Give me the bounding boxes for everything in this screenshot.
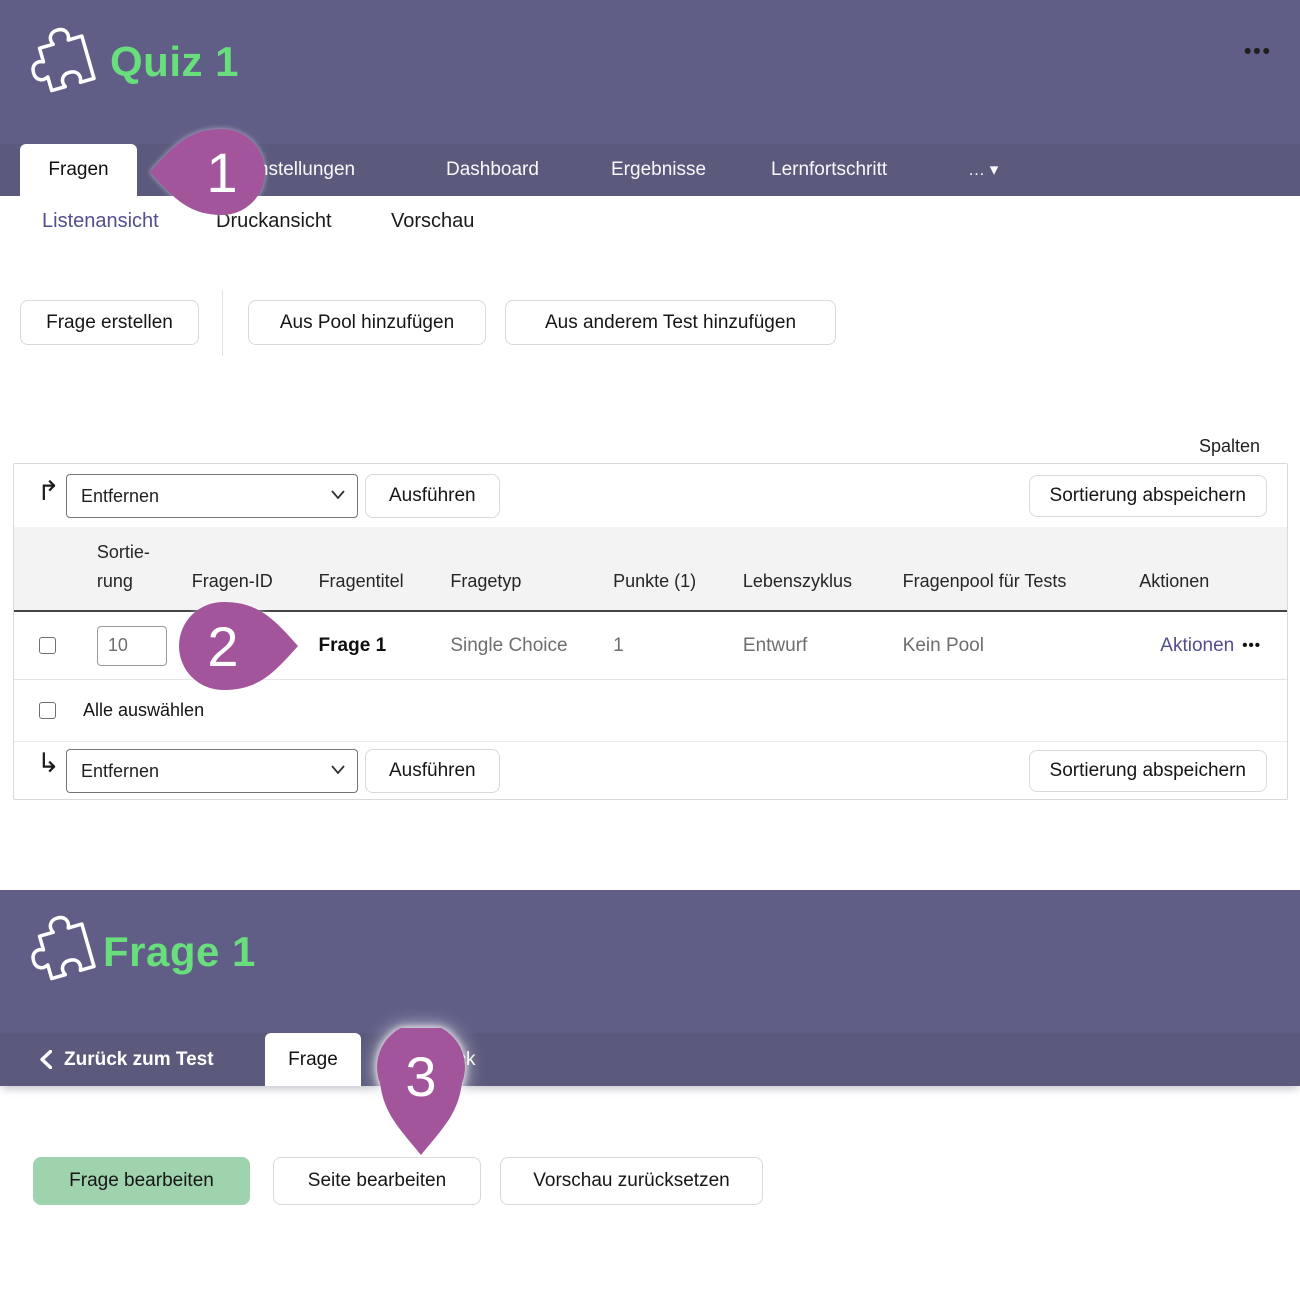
tab-lernfortschritt[interactable]: Lernfortschritt	[771, 144, 887, 196]
tab-einstellungen[interactable]: Einstellungen	[241, 144, 355, 196]
quiz-tab-bar: Fragen Einstellungen Dashboard Ergebniss…	[0, 144, 1300, 196]
question-tab-bar: Zurück zum Test Frage Feedback	[0, 1033, 1300, 1086]
table-toolbar-bottom: ↳ Entfernen Ausführen Sortierung abspeic…	[14, 742, 1287, 799]
apply-down-arrow-icon: ↳	[37, 750, 60, 777]
bulk-action-select[interactable]: Entfernen	[66, 474, 358, 518]
add-from-pool-button[interactable]: Aus Pool hinzufügen	[248, 300, 486, 345]
save-sorting-button-bottom[interactable]: Sortierung abspeichern	[1029, 750, 1267, 792]
cell-pool: Kein Pool	[890, 635, 1127, 657]
quiz-header: Quiz 1 •••	[0, 0, 1300, 144]
page-title: Quiz 1	[110, 38, 239, 86]
header-fragetyp: Fragetyp	[437, 567, 600, 610]
header-fragen-id: Fragen-ID	[179, 567, 306, 610]
header-lebenszyklus: Lebenszyklus	[730, 567, 890, 610]
button-group-divider	[222, 290, 223, 356]
puzzle-icon	[18, 906, 100, 988]
row-actions-dots-icon[interactable]: •••	[1242, 637, 1261, 654]
select-all-checkbox[interactable]	[39, 702, 56, 719]
sort-order-input[interactable]	[97, 626, 167, 666]
edit-question-button[interactable]: Frage bearbeiten	[33, 1157, 250, 1205]
bulk-action-select-bottom[interactable]: Entfernen	[66, 749, 358, 793]
cell-lifecycle: Entwurf	[730, 635, 890, 657]
header-sortierung: Sortie-rung	[84, 538, 179, 610]
header-fragentitel: Fragentitel	[306, 567, 438, 610]
header-fragenpool: Fragenpool für Tests	[890, 567, 1127, 610]
kebab-menu-icon[interactable]: •••	[1244, 40, 1272, 64]
execute-button-bottom[interactable]: Ausführen	[365, 749, 500, 793]
cell-question-type: Single Choice	[437, 635, 600, 657]
row-actions-link[interactable]: Aktionen	[1160, 635, 1234, 657]
tab-dashboard[interactable]: Dashboard	[446, 144, 539, 196]
question-page-title: Frage 1	[103, 928, 256, 976]
table-toolbar-top: ↱ Entfernen Ausführen Sortierung abspeic…	[14, 464, 1287, 527]
chevron-down-icon	[331, 490, 345, 499]
table-header-row: Sortie-rung Fragen-ID Fragentitel Fraget…	[14, 527, 1287, 612]
tab-frage[interactable]: Frage	[265, 1033, 361, 1086]
chevron-down-icon	[331, 765, 345, 774]
apply-up-arrow-icon: ↱	[37, 478, 60, 505]
back-to-test-label: Zurück zum Test	[64, 1049, 214, 1071]
puzzle-icon	[18, 18, 100, 100]
save-sorting-button-top[interactable]: Sortierung abspeichern	[1029, 475, 1267, 517]
header-punkte: Punkte (1)	[600, 567, 730, 610]
cell-question-title[interactable]: Frage 1	[306, 635, 438, 657]
tab-ergebnisse[interactable]: Ergebnisse	[611, 144, 706, 196]
columns-toggle[interactable]: Spalten	[1199, 436, 1260, 457]
row-checkbox[interactable]	[39, 637, 56, 654]
edit-page-button[interactable]: Seite bearbeiten	[273, 1157, 481, 1205]
subtab-vorschau[interactable]: Vorschau	[391, 210, 474, 233]
cell-points: 1	[600, 635, 730, 657]
tab-fragen[interactable]: Fragen	[20, 144, 137, 196]
subtab-druckansicht[interactable]: Druckansicht	[216, 210, 332, 233]
questions-table: ↱ Entfernen Ausführen Sortierung abspeic…	[13, 463, 1288, 800]
chevron-left-icon	[40, 1050, 52, 1069]
select-all-row: Alle auswählen	[14, 680, 1287, 742]
back-to-test-link[interactable]: Zurück zum Test	[40, 1033, 214, 1086]
execute-button[interactable]: Ausführen	[365, 474, 500, 518]
header-select-col	[14, 596, 84, 610]
add-from-other-test-button[interactable]: Aus anderem Test hinzufügen	[505, 300, 836, 345]
table-row: Frage 1 Single Choice 1 Entwurf Kein Poo…	[14, 612, 1287, 680]
reset-preview-button[interactable]: Vorschau zurücksetzen	[500, 1157, 763, 1205]
bulk-action-value-bottom: Entfernen	[81, 761, 159, 782]
bulk-action-value: Entfernen	[81, 486, 159, 507]
create-question-button[interactable]: Frage erstellen	[20, 300, 199, 345]
header-aktionen: Aktionen	[1126, 567, 1287, 610]
screenshot-stage: Quiz 1 ••• Fragen Einstellungen Dashboar…	[0, 0, 1300, 1300]
select-all-label: Alle auswählen	[83, 700, 204, 721]
question-header: Frage 1	[0, 890, 1300, 1033]
tab-feedback[interactable]: Feedback	[392, 1033, 475, 1086]
tab-more-dropdown[interactable]: … ▾	[968, 144, 998, 196]
quiz-subnav: Listenansicht Druckansicht Vorschau	[0, 196, 1300, 250]
subtab-listenansicht[interactable]: Listenansicht	[42, 210, 159, 233]
